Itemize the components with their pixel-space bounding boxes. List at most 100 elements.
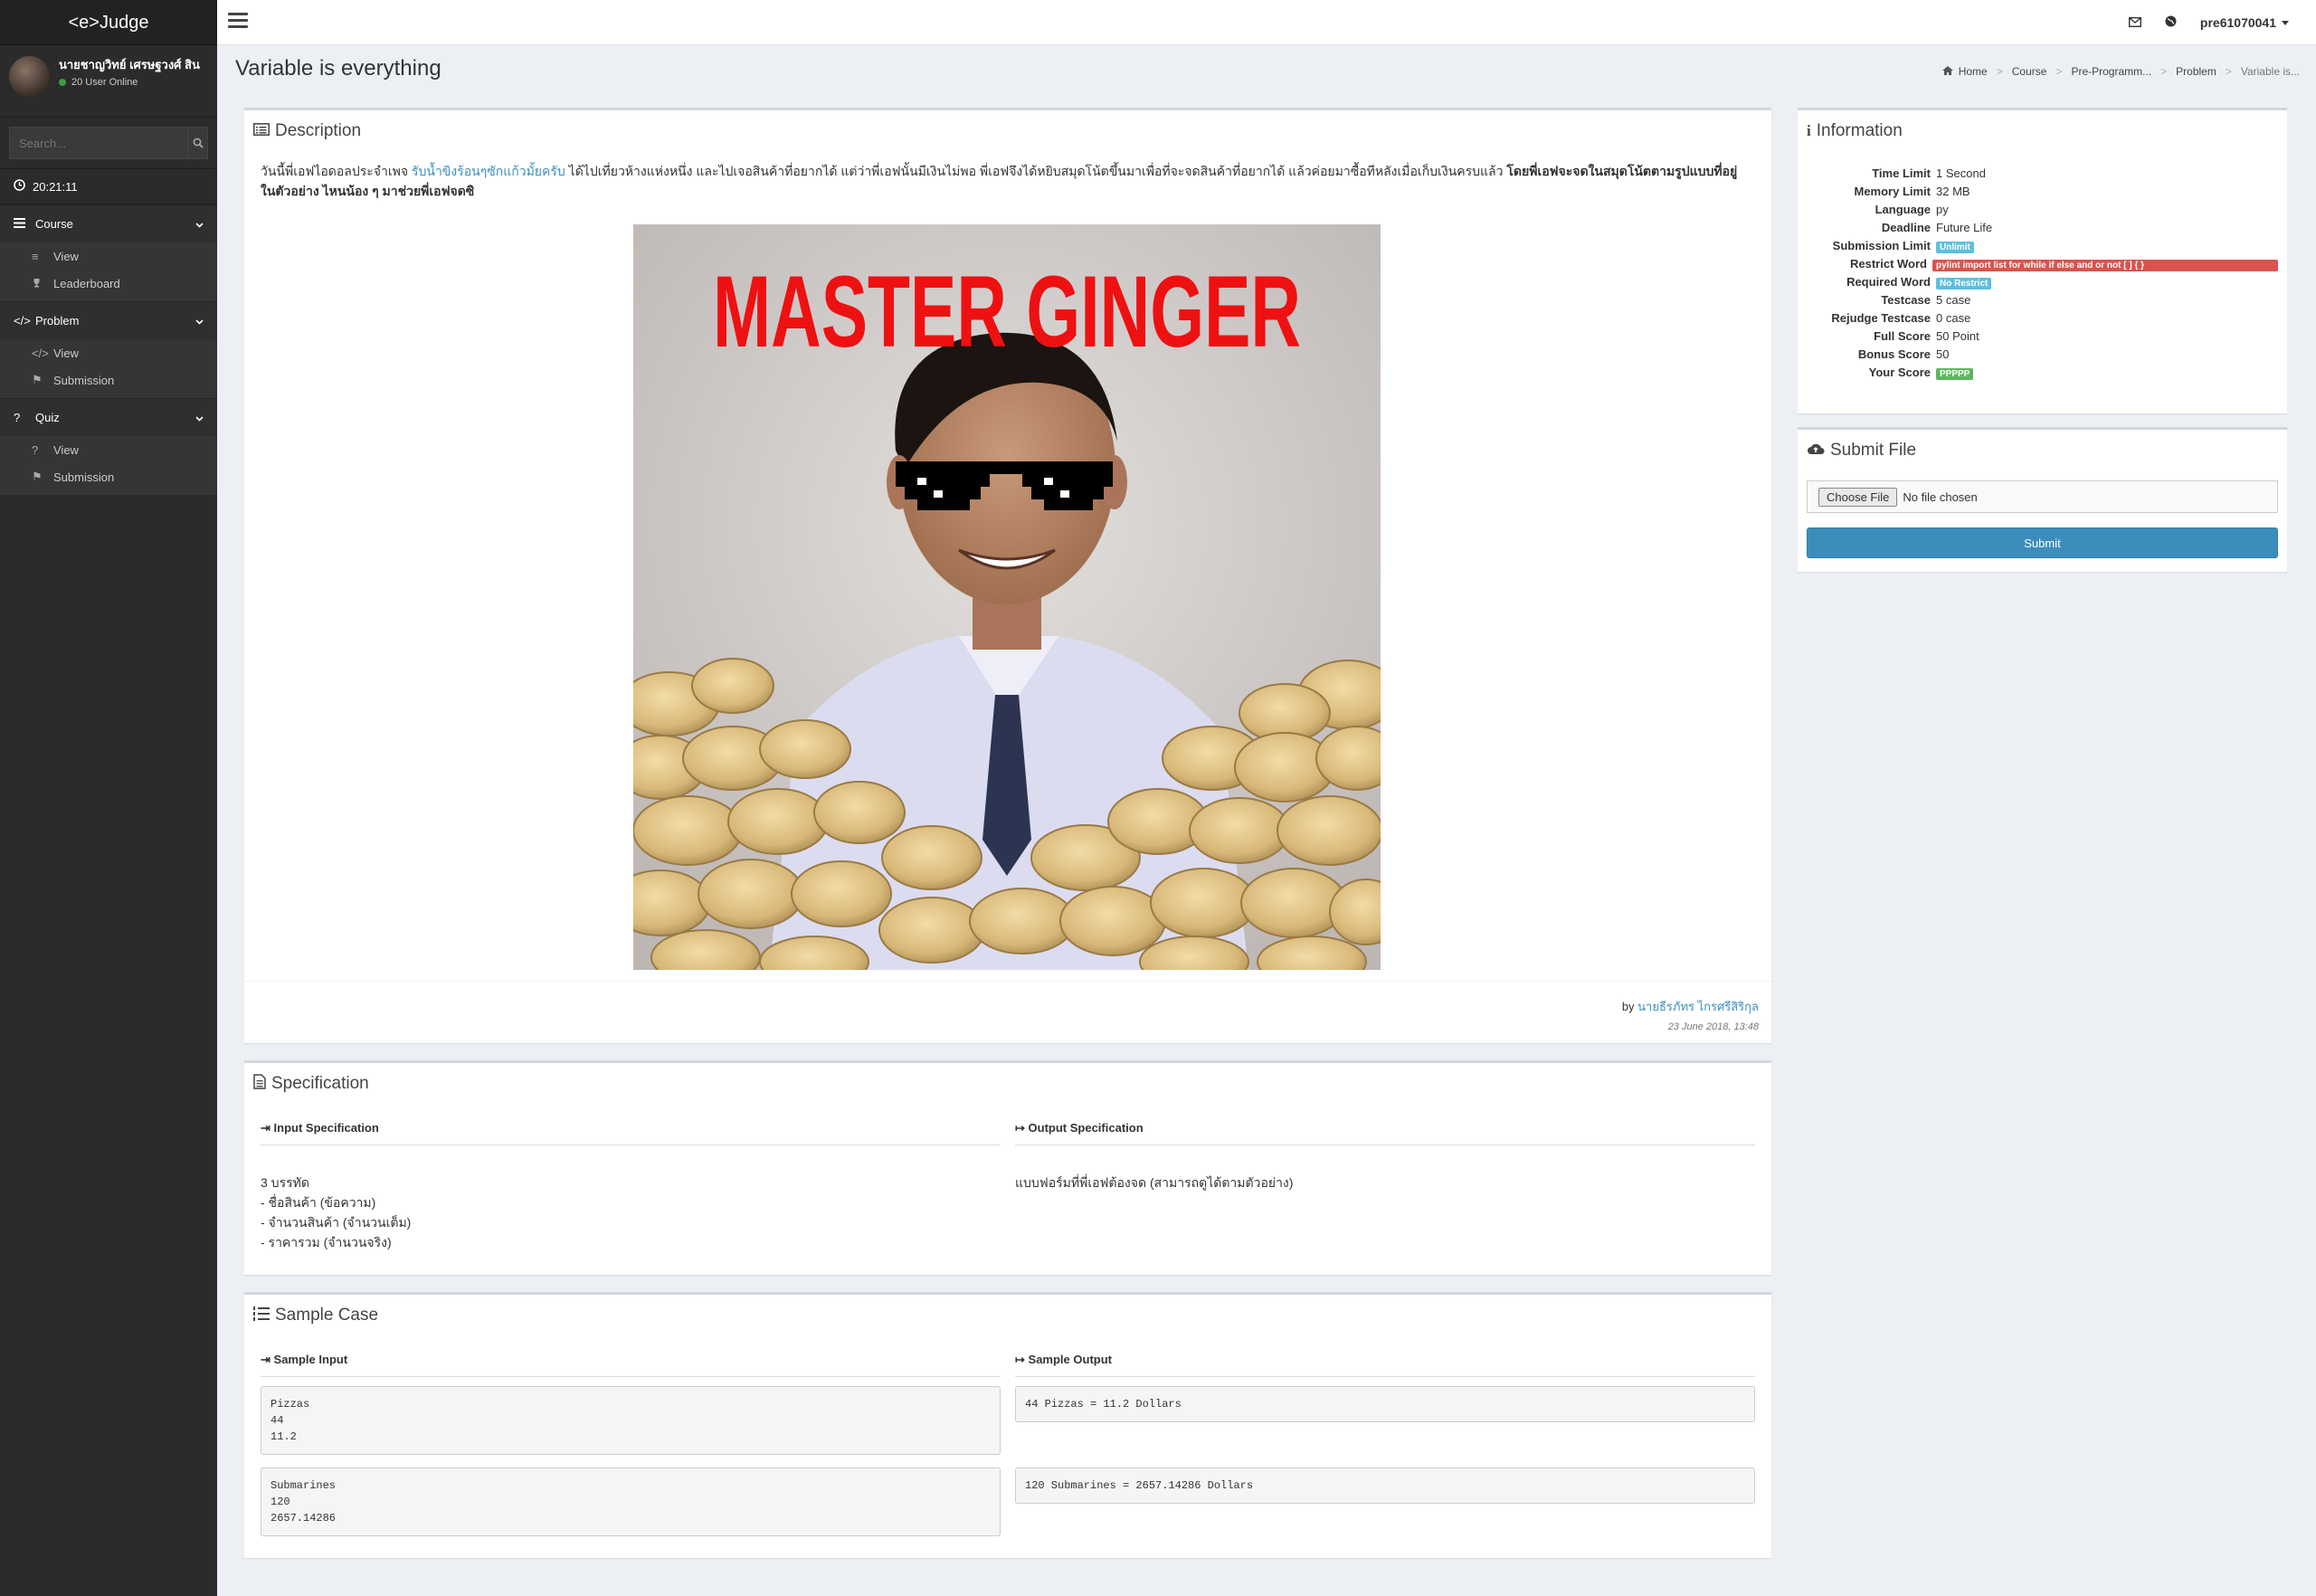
user-panel: นายชาญวิทย์ เศรษฐวงศ์ สิน 20 User Online bbox=[0, 45, 217, 118]
info-label: Submission Limit bbox=[1832, 239, 1931, 252]
file-text-icon bbox=[253, 1074, 266, 1094]
info-value: 5 case bbox=[1936, 293, 1971, 307]
chevron-down-icon bbox=[195, 314, 204, 328]
list-icon: ≡ bbox=[32, 249, 39, 263]
brand-logo[interactable]: <e>Judge bbox=[0, 0, 217, 45]
sign-in-icon: ⇥ bbox=[261, 1353, 271, 1366]
envelope-icon[interactable] bbox=[2128, 15, 2141, 30]
author-link[interactable]: นายธีรภัทร ไกรศรีสิริกุล bbox=[1637, 1000, 1759, 1013]
page-title: Variable is everything bbox=[235, 56, 441, 81]
breadcrumb-problem[interactable]: Problem bbox=[2176, 65, 2216, 78]
sample-output-2[interactable]: 120 Submarines = 2657.14286 Dollars bbox=[1015, 1468, 1755, 1504]
info-row: Deadline Future Life bbox=[1807, 219, 2278, 237]
chevron-down-icon bbox=[195, 411, 204, 424]
sidebar-item-quiz-view[interactable]: ? View bbox=[0, 436, 217, 463]
search-button[interactable] bbox=[187, 127, 208, 159]
menu-course-label: Course bbox=[35, 217, 73, 231]
sidebar-item-problem-submission[interactable]: ⚑ Submission bbox=[0, 366, 217, 394]
question-icon: ? bbox=[32, 442, 39, 457]
sidebar-item-label: View bbox=[53, 442, 79, 457]
cloud-upload-icon bbox=[1807, 442, 1825, 460]
info-label: Full Score bbox=[1874, 329, 1931, 343]
choose-file-button[interactable]: Choose File bbox=[1818, 487, 1898, 507]
file-input[interactable]: Choose File No file chosen bbox=[1807, 480, 2278, 513]
info-icon: i bbox=[1807, 122, 1811, 139]
specification-box: Specification ⇥ Input Specification 3 บร… bbox=[244, 1060, 1771, 1275]
info-row: Rejudge Testcase 0 case bbox=[1807, 309, 2278, 328]
info-label: Time Limit bbox=[1872, 166, 1931, 180]
sign-out-icon: ↦ bbox=[1015, 1121, 1025, 1135]
submit-file-box: Submit File Choose File No file chosen S… bbox=[1798, 427, 2287, 572]
info-value: 0 case bbox=[1936, 311, 1971, 325]
username: pre61070041 bbox=[2199, 15, 2276, 30]
sidebar-search bbox=[9, 127, 208, 159]
sidebar-item-label: Submission bbox=[53, 470, 115, 484]
info-row: Required Word No Restrict bbox=[1807, 273, 2278, 291]
sidebar-toggle-icon[interactable] bbox=[228, 13, 248, 32]
description-header: Description bbox=[244, 110, 1771, 152]
input-spec-body: 3 บรรทัด - ชื่อสินค้า (ข้อความ) - จำนวนส… bbox=[261, 1175, 412, 1249]
info-value: Future Life bbox=[1936, 221, 1993, 234]
sidebar-item-quiz-submission[interactable]: ⚑ Submission bbox=[0, 463, 217, 490]
sample-case-box: Sample Case ⇥ Sample Input Pizzas 44 11.… bbox=[244, 1292, 1771, 1558]
sample-output-1[interactable]: 44 Pizzas = 11.2 Dollars bbox=[1015, 1386, 1755, 1422]
sample-output-heading: ↦ Sample Output bbox=[1015, 1342, 1755, 1377]
info-label: Your Score bbox=[1868, 366, 1931, 379]
info-row: Restrict Word pylint import list for whil… bbox=[1807, 255, 2278, 273]
online-count: 20 User Online bbox=[71, 77, 138, 88]
sample-output-label: Sample Output bbox=[1028, 1353, 1112, 1366]
menu-quiz[interactable]: ? Quiz bbox=[0, 398, 217, 436]
menu-problem[interactable]: </> Problem bbox=[0, 301, 217, 339]
author-prefix: by bbox=[1621, 1000, 1638, 1013]
page-link[interactable]: รับน้ำขิงร้อนๆซักแก้วมั้ยครับ bbox=[412, 164, 565, 178]
search-input[interactable] bbox=[9, 127, 187, 159]
input-spec-label: Input Specification bbox=[273, 1121, 379, 1135]
file-status: No file chosen bbox=[1903, 489, 1978, 504]
specification-title: Specification bbox=[271, 1074, 369, 1093]
description-title: Description bbox=[275, 121, 362, 140]
submit-button[interactable]: Submit bbox=[1807, 527, 2278, 558]
sidebar-item-label: View bbox=[53, 249, 79, 263]
clock-time: 20:21:11 bbox=[33, 179, 78, 194]
avatar bbox=[9, 56, 50, 97]
online-status: 20 User Online bbox=[59, 77, 200, 88]
restrict-word-badge: pylint import list for while if else and… bbox=[1932, 260, 2278, 271]
info-label: Bonus Score bbox=[1857, 347, 1931, 361]
list-ol-icon bbox=[253, 1306, 270, 1325]
sidebar-item-course-view[interactable]: ≡ View bbox=[0, 242, 217, 270]
server-clock: 20:21:11 bbox=[0, 168, 217, 204]
info-label: Memory Limit bbox=[1854, 185, 1931, 198]
breadcrumb-course[interactable]: Course bbox=[2012, 65, 2047, 78]
sidebar-item-problem-view[interactable]: </> View bbox=[0, 339, 217, 366]
description-box: Description วันนี้พี่เอฟไอดอลประจำเพจ รั… bbox=[244, 108, 1771, 1043]
breadcrumb-home[interactable]: Home bbox=[1959, 65, 1988, 78]
sidebar: <e>Judge นายชาญวิทย์ เศรษฐวงศ์ สิน 20 Us… bbox=[0, 0, 217, 1596]
search-icon bbox=[193, 138, 204, 148]
output-spec-body: แบบฟอร์มที่พี่เอฟต้องจด (สามารถดูได้ตามต… bbox=[1015, 1175, 1294, 1190]
info-row: Submission Limit Unlimit bbox=[1807, 237, 2278, 255]
user-name: นายชาญวิทย์ เศรษฐวงศ์ สิน bbox=[59, 58, 200, 71]
menu-problem-label: Problem bbox=[35, 314, 80, 328]
flag-icon: ⚑ bbox=[32, 373, 43, 386]
code-icon: </> bbox=[14, 314, 31, 328]
breadcrumb-current: Variable is... bbox=[2240, 65, 2300, 78]
sample-input-2[interactable]: Submarines 120 2657.14286 bbox=[261, 1468, 1001, 1536]
submission-limit-badge: Unlimit bbox=[1936, 242, 1974, 253]
info-value: 1 Second bbox=[1936, 166, 1986, 180]
description-text: วันนี้พี่เอฟไอดอลประจำเพจ รับน้ำขิงร้อนๆ… bbox=[244, 161, 1771, 201]
description-text-part: ได้ไปเที่ยวห้างแห่งหนึ่ง และไปเจอสินค้าท… bbox=[565, 164, 1507, 178]
sidebar-item-label: View bbox=[53, 346, 79, 360]
problem-image: MASTER GINGER bbox=[633, 224, 1381, 970]
info-row: Testcase 5 case bbox=[1807, 291, 2278, 309]
user-menu[interactable]: pre61070041 bbox=[2200, 15, 2289, 30]
info-label: Testcase bbox=[1881, 293, 1931, 307]
sidebar-item-leaderboard[interactable]: Leaderboard bbox=[0, 270, 217, 297]
sample-case-header: Sample Case bbox=[244, 1295, 1771, 1336]
info-label: Language bbox=[1875, 203, 1931, 216]
menu-course[interactable]: Course bbox=[0, 204, 217, 242]
info-row: Bonus Score 50 bbox=[1807, 346, 2278, 364]
globe-icon[interactable] bbox=[2165, 15, 2177, 30]
trophy-icon bbox=[32, 277, 44, 290]
sample-input-1[interactable]: Pizzas 44 11.2 bbox=[261, 1386, 1001, 1455]
breadcrumb-course-name[interactable]: Pre-Programm... bbox=[2071, 65, 2151, 78]
